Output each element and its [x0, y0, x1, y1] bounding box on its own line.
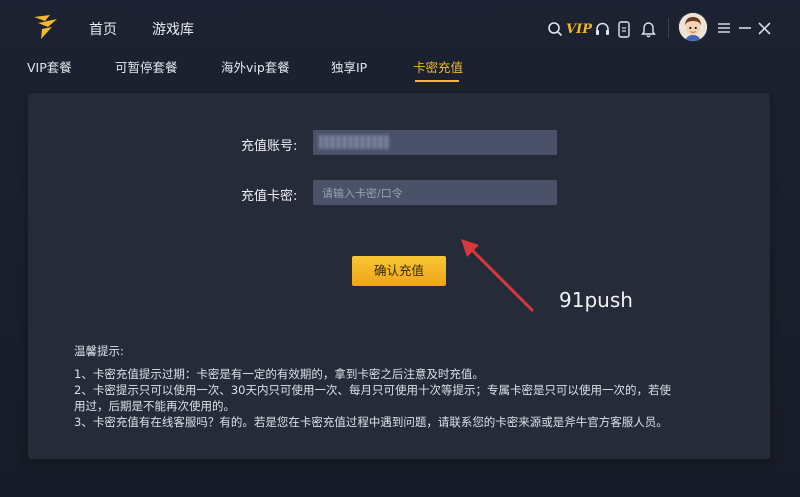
tab-card-recharge[interactable]: 卡密充值 — [413, 57, 463, 76]
tip-line: 2、卡密提示只可以使用一次、30天内只可使用一次、每月只可使用十次等提示；专属卡… — [74, 383, 671, 397]
minimize-icon[interactable] — [736, 18, 754, 38]
active-tab-indicator — [415, 80, 459, 82]
vip-icon[interactable]: VIP — [566, 20, 592, 38]
app-logo — [34, 15, 57, 39]
account-field[interactable] — [313, 130, 557, 155]
masked-account-value — [319, 135, 389, 149]
nav-games[interactable]: 游戏库 — [152, 19, 194, 39]
tips-title: 温馨提示: — [74, 344, 124, 358]
tab-exclusive-ip[interactable]: 独享IP — [331, 57, 367, 76]
divider — [664, 16, 672, 40]
close-icon[interactable] — [755, 18, 773, 38]
annotation-arrow — [461, 239, 535, 313]
card-code-field[interactable]: 请输入卡密/口令 — [313, 180, 557, 205]
nav-home[interactable]: 首页 — [89, 19, 117, 39]
card-code-placeholder: 请输入卡密/口令 — [322, 187, 403, 200]
account-label: 充值账号: — [241, 139, 298, 154]
tip-line: 用过，后期是不能再次使用的。 — [74, 399, 235, 413]
tab-overseas-vip[interactable]: 海外vip套餐 — [221, 57, 290, 76]
bell-icon[interactable] — [639, 20, 657, 38]
annotation-text: 91push — [559, 288, 633, 312]
tip-line: 1、卡密充值提示过期：卡密是有一定的有效期的，拿到卡密之后注意及时充值。 — [74, 367, 484, 381]
search-icon[interactable] — [546, 20, 564, 38]
phone-icon[interactable] — [616, 20, 632, 38]
headset-icon[interactable] — [593, 20, 611, 38]
avatar[interactable] — [679, 13, 707, 41]
confirm-recharge-button[interactable]: 确认充值 — [352, 256, 446, 286]
tab-vip-package[interactable]: VIP套餐 — [27, 57, 72, 76]
title-bar: 首页 游戏库 VIP — [0, 0, 800, 56]
tab-pausable-package[interactable]: 可暂停套餐 — [115, 57, 178, 76]
code-label: 充值卡密: — [241, 189, 298, 204]
menu-icon[interactable] — [715, 18, 733, 38]
tip-line: 3、卡密充值有在线客服吗？有的。若是您在卡密充值过程中遇到问题，请联系您的卡密来… — [74, 415, 668, 429]
tab-bar: VIP套餐 可暂停套餐 海外vip套餐 独享IP 卡密充值 — [0, 57, 800, 81]
